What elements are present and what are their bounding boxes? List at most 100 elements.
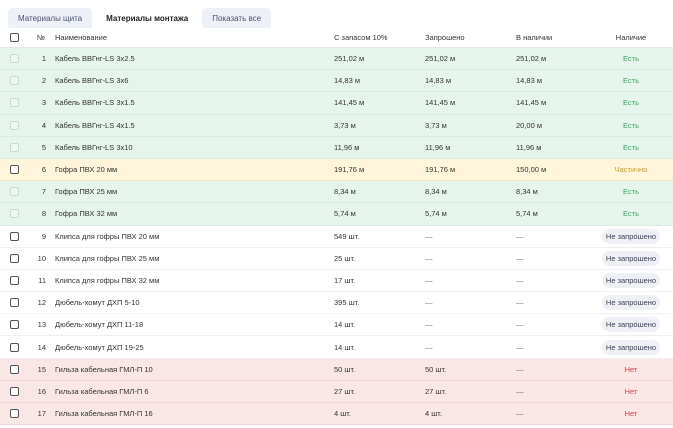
requested-quantity: — (425, 298, 433, 308)
in-stock-quantity: — (516, 253, 524, 263)
status-badge: Нет (624, 386, 638, 396)
in-stock-quantity: 251,02 м (516, 54, 547, 64)
row-checkbox[interactable] (9, 76, 19, 86)
reserve-quantity: 191,76 м (334, 165, 365, 175)
material-name: Кабель ВВГнг-LS 3х2.5 (55, 54, 135, 64)
select-all-checkbox[interactable] (9, 33, 19, 42)
row-number: 2 (41, 76, 46, 86)
row-checkbox[interactable] (9, 187, 19, 197)
availability-cell: Нет (600, 403, 662, 424)
table-row[interactable]: 4 Кабель ВВГнг-LS 4х1.5 3,73 м 3,73 м 20,00 … (0, 114, 673, 137)
availability-cell: Есть (600, 137, 662, 158)
in-stock-quantity: 11,96 м (516, 142, 542, 152)
table-row[interactable]: 2 Кабель ВВГнг-LS 3х6 14,83 м 14,83 м 14,83 … (0, 70, 673, 93)
row-select-cell (9, 292, 19, 313)
row-checkbox[interactable] (9, 54, 19, 64)
availability-cell: Не запрошено (600, 248, 662, 269)
row-number: 3 (41, 98, 46, 108)
in-stock-quantity: — (516, 275, 524, 285)
in-stock-quantity: — (516, 231, 524, 241)
row-checkbox[interactable] (9, 342, 19, 352)
header-requested: Запрошено (425, 33, 465, 42)
table-row[interactable]: 7 Гофра ПВХ 25 мм 8,34 м 8,34 м 8,34 м Есть (0, 181, 673, 204)
table-row[interactable]: 1 Кабель ВВГнг-LS 3х2.5 251,02 м 251,02 м 25… (0, 48, 673, 71)
row-number: 16 (37, 386, 46, 396)
row-checkbox[interactable] (9, 409, 19, 419)
header-availability: Наличие (615, 33, 647, 42)
tab-installation-materials[interactable]: Материалы монтажа (96, 8, 199, 29)
row-checkbox[interactable] (9, 253, 19, 263)
availability-cell: Не запрошено (600, 336, 662, 357)
material-name: Гильза кабельная ГМЛ-П 10 (55, 364, 153, 374)
reserve-quantity: 50 шт. (334, 364, 356, 374)
status-badge: Есть (622, 54, 639, 64)
table-row[interactable]: 3 Кабель ВВГнг-LS 3х1.5 141,45 м 141,45 м 14… (0, 92, 673, 115)
row-select-cell (9, 203, 19, 224)
requested-quantity: — (425, 320, 433, 330)
availability-cell: Не запрошено (600, 292, 662, 313)
tab-panel-materials[interactable]: Материалы щита (8, 8, 93, 29)
row-select-cell (9, 137, 19, 158)
header-reserve: С запасом 10% (334, 33, 388, 42)
status-badge: Не запрошено (601, 272, 661, 288)
table-row[interactable]: 16 Гильза кабельная ГМЛ-П 6 27 шт. 27 шт. — Н… (0, 380, 673, 403)
reserve-quantity: 25 шт. (334, 253, 356, 263)
reserve-quantity: 5,74 м (334, 209, 356, 219)
availability-cell: Есть (600, 181, 662, 202)
tab-bar: Материалы щита Материалы монтажа Показат… (8, 8, 272, 29)
row-checkbox[interactable] (9, 142, 19, 152)
row-checkbox[interactable] (9, 120, 19, 130)
row-checkbox[interactable] (9, 386, 19, 396)
row-checkbox[interactable] (9, 320, 19, 330)
table-row[interactable]: 14 Дюбель-хомут ДХП 19-25 14 шт. — — Не запро… (0, 336, 673, 359)
table-row[interactable]: 9 Клипса для гофры ПВХ 20 мм 549 шт. — — Не з… (0, 225, 673, 248)
status-badge: Есть (622, 76, 639, 86)
table-row[interactable]: 10 Клипса для гофры ПВХ 25 мм 25 шт. — — Не з… (0, 247, 673, 270)
materials-table: № Наименование С запасом 10% Запрошено В… (0, 28, 673, 426)
table-row[interactable]: 5 Кабель ВВГнг-LS 3х10 11,96 м 11,96 м 11,96… (0, 136, 673, 159)
row-checkbox[interactable] (9, 165, 19, 175)
availability-cell: Есть (600, 115, 662, 136)
status-badge: Есть (622, 209, 639, 219)
table-row[interactable]: 8 Гофра ПВХ 32 мм 5,74 м 5,74 м 5,74 м Есть (0, 203, 673, 226)
row-select-cell (9, 248, 19, 269)
availability-cell: Есть (600, 48, 662, 69)
status-badge: Не запрошено (601, 250, 661, 266)
table-row[interactable]: 13 Дюбель-хомут ДХП 11-18 14 шт. — — Не запро… (0, 314, 673, 337)
requested-quantity: 14,83 м (425, 76, 452, 86)
row-select-cell (9, 381, 19, 402)
row-number: 11 (38, 275, 46, 285)
reserve-quantity: 14 шт. (334, 320, 356, 330)
reserve-quantity: 14 шт. (334, 342, 356, 352)
table-row[interactable]: 15 Гильза кабельная ГМЛ-П 10 50 шт. 50 шт. —… (0, 358, 673, 381)
row-number: 8 (41, 209, 46, 219)
row-select-cell (9, 226, 19, 247)
requested-quantity: 4 шт. (425, 409, 442, 419)
tab-show-all[interactable]: Показать все (202, 8, 272, 29)
row-number: 12 (37, 298, 46, 308)
material-name: Кабель ВВГнг-LS 3х1.5 (55, 98, 135, 108)
material-name: Кабель ВВГнг-LS 4х1.5 (55, 120, 135, 130)
row-checkbox[interactable] (9, 364, 19, 374)
in-stock-quantity: 14,83 м (516, 76, 543, 86)
row-checkbox[interactable] (9, 275, 19, 285)
table-row[interactable]: 6 Гофра ПВХ 20 мм 191,76 м 191,76 м 150,00 м… (0, 158, 673, 182)
header-in-stock: В наличии (516, 33, 553, 42)
material-name: Дюбель-хомут ДХП 19-25 (55, 342, 144, 352)
table-row[interactable]: 11 Клипса для гофры ПВХ 32 мм 17 шт. — — Не з… (0, 269, 673, 293)
row-checkbox[interactable] (9, 209, 19, 219)
reserve-quantity: 3,73 м (334, 120, 356, 130)
in-stock-quantity: 5,74 м (516, 209, 538, 219)
table-row[interactable]: 12 Дюбель-хомут ДХП 5-10 395 шт. — — Не запро… (0, 292, 673, 315)
table-row[interactable]: 17 Гильза кабельная ГМЛ-П 16 4 шт. 4 шт. — Не… (0, 403, 673, 426)
row-checkbox[interactable] (9, 231, 19, 241)
status-badge: Не запрошено (601, 228, 661, 244)
row-checkbox[interactable] (9, 298, 19, 308)
select-all-cell (9, 28, 19, 47)
requested-quantity: — (425, 342, 433, 352)
row-number: 17 (37, 409, 46, 419)
reserve-quantity: 27 шт. (334, 386, 356, 396)
availability-cell: Не запрошено (600, 314, 662, 335)
row-checkbox[interactable] (9, 98, 19, 108)
reserve-quantity: 251,02 м (334, 54, 365, 64)
